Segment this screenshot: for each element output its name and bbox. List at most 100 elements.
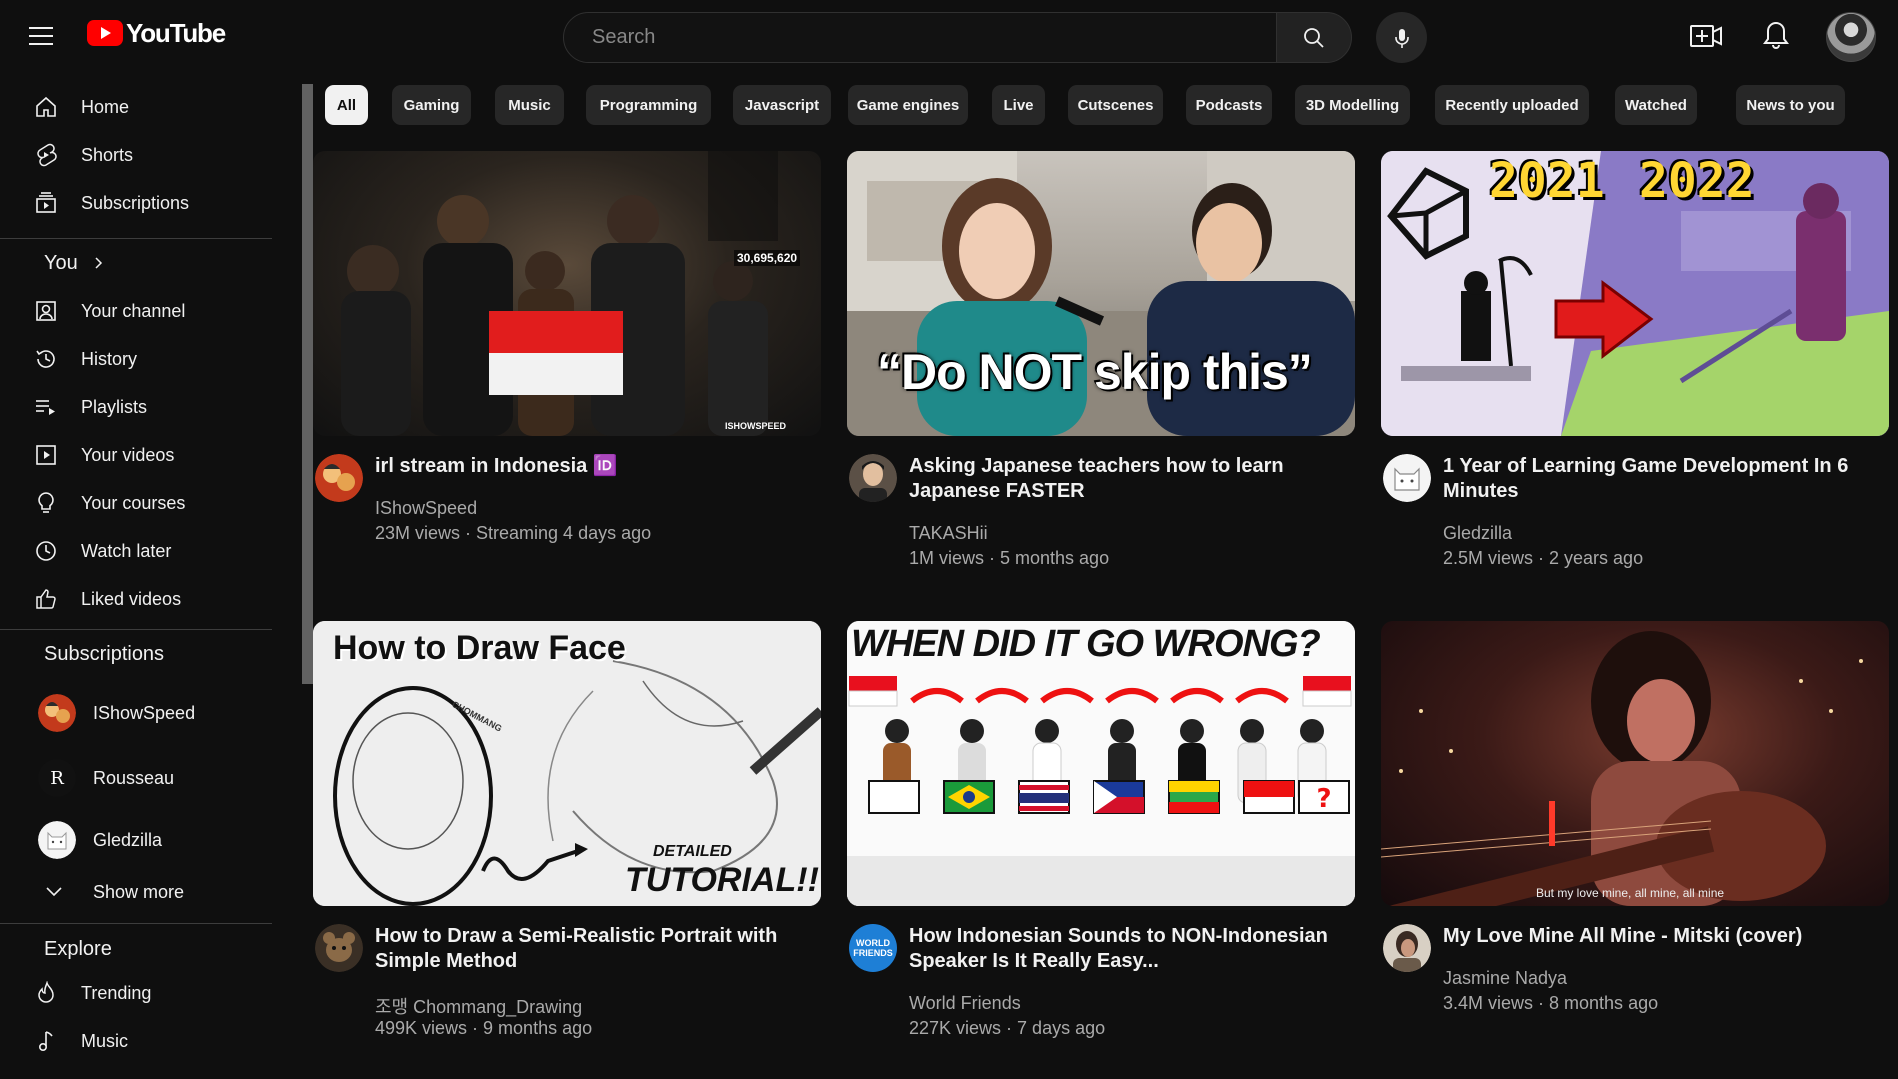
sidebar-item-trending[interactable]: Trending — [0, 969, 272, 1017]
sidebar-sub-ishowspeed[interactable]: IShowSpeed — [0, 683, 272, 743]
chip-podcasts[interactable]: Podcasts — [1186, 85, 1272, 125]
sidebar-item-your-videos[interactable]: Your videos — [0, 431, 272, 479]
chip-recently-uploaded[interactable]: Recently uploaded — [1435, 85, 1589, 125]
video-thumbnail[interactable]: How to Draw Face CHOMMANG DETAILED TUTOR… — [313, 621, 821, 906]
notifications-button[interactable] — [1758, 17, 1794, 53]
channel-avatar[interactable] — [1383, 454, 1431, 502]
sidebar-item-your-courses[interactable]: Your courses — [0, 479, 272, 527]
chip-live[interactable]: Live — [992, 85, 1045, 125]
search-button[interactable] — [1276, 12, 1352, 63]
video-thumbnail[interactable]: 30,695,620 ISHOWSPEED — [313, 151, 821, 436]
sidebar-scrollbar[interactable] — [302, 84, 313, 684]
sidebar-item-label: Shorts — [81, 144, 134, 165]
masthead: YouTube — [0, 0, 1898, 69]
video-card[interactable]: 2021 2022 1 Year of Learning Game Develo… — [1381, 151, 1889, 581]
subscriptions-header: Subscriptions — [44, 643, 165, 665]
thumbnail-year-2021: 2021 — [1489, 153, 1605, 209]
video-card[interactable]: 30,695,620 ISHOWSPEED irl stream in Indo… — [313, 151, 821, 581]
sidebar-item-label: Trending — [81, 982, 152, 1003]
account-avatar[interactable] — [1826, 12, 1876, 62]
microphone-icon — [1394, 28, 1409, 48]
thumbs-up-icon — [36, 589, 56, 609]
sidebar-item-liked-videos[interactable]: Liked videos — [0, 575, 272, 623]
chip-news-to-you[interactable]: News to you — [1736, 85, 1845, 125]
video-metadata: 227K views · 7 days ago — [909, 1018, 1106, 1038]
sidebar-item-watch-later[interactable]: Watch later — [0, 527, 272, 575]
subscriptions-icon — [36, 192, 56, 213]
video-title[interactable]: How Indonesian Sounds to NON-Indonesian … — [909, 924, 1349, 974]
video-card[interactable]: But my love mine, all mine, all mine My … — [1381, 621, 1889, 1051]
chip-cutscenes[interactable]: Cutscenes — [1068, 85, 1163, 125]
chip-3d-modelling[interactable]: 3D Modelling — [1295, 85, 1410, 125]
bell-icon — [1763, 21, 1789, 49]
sidebar-you-header[interactable]: You — [44, 243, 108, 283]
video-title[interactable]: My Love Mine All Mine - Mitski (cover) — [1443, 924, 1883, 949]
world-friends-avatar-text: WORLD FRIENDS — [853, 938, 893, 958]
chip-all[interactable]: All — [325, 85, 368, 125]
video-thumbnail[interactable]: But my love mine, all mine, all mine — [1381, 621, 1889, 906]
chip-gaming[interactable]: Gaming — [392, 85, 471, 125]
chip-game-engines[interactable]: Game engines — [848, 85, 968, 125]
channel-avatar[interactable] — [1383, 924, 1431, 972]
sidebar-item-home[interactable]: Home — [0, 83, 272, 131]
sidebar-sub-gledzilla[interactable]: Gledzilla — [0, 810, 272, 870]
sidebar-item-playlists[interactable]: Playlists — [0, 383, 272, 431]
sidebar-sub-rousseau[interactable]: R Rousseau — [0, 748, 272, 808]
video-card[interactable]: How to Draw Face CHOMMANG DETAILED TUTOR… — [313, 621, 821, 1051]
channel-name[interactable]: IShowSpeed — [375, 498, 477, 519]
chip-music[interactable]: Music — [495, 85, 564, 125]
video-thumbnail[interactable]: 2021 2022 — [1381, 151, 1889, 436]
chip-watched[interactable]: Watched — [1615, 85, 1697, 125]
channel-avatar[interactable] — [849, 454, 897, 502]
channel-avatar: R — [38, 759, 76, 797]
sidebar-item-label: IShowSpeed — [93, 702, 196, 723]
sidebar-item-label: Home — [81, 96, 130, 117]
thumbnail-heading: How to Draw Face — [333, 629, 626, 667]
video-metadata: 3.4M views · 8 months ago — [1443, 993, 1659, 1013]
stream-crowd-image — [341, 151, 778, 436]
channel-avatar — [38, 821, 76, 859]
video-title[interactable]: irl stream in Indonesia 🆔 — [375, 454, 815, 479]
sidebar-item-your-channel[interactable]: Your channel — [0, 287, 272, 335]
search-input[interactable] — [590, 25, 1276, 50]
sidebar-item-music[interactable]: Music — [0, 1017, 272, 1065]
chip-javascript[interactable]: Javascript — [733, 85, 831, 125]
video-card[interactable]: “Do NOT skip this” Asking Japanese teach… — [847, 151, 1355, 581]
video-card[interactable]: ? WHEN DID IT GO WRONG? WORLD FRIENDS Ho… — [847, 621, 1355, 1051]
video-metadata: 23M views · Streaming 4 days ago — [375, 523, 652, 543]
chip-programming[interactable]: Programming — [586, 85, 711, 125]
channel-avatar[interactable] — [315, 454, 363, 502]
trending-icon — [38, 981, 54, 1003]
sidebar-item-history[interactable]: History — [0, 335, 272, 383]
sidebar-show-more[interactable]: Show more — [0, 866, 272, 918]
video-metadata: 1M views · 5 months ago — [909, 548, 1110, 568]
sidebar-item-label: Gledzilla — [93, 829, 163, 850]
video-title[interactable]: How to Draw a Semi-Realistic Portrait wi… — [375, 924, 815, 974]
sidebar-item-label: Rousseau — [93, 767, 175, 788]
sidebar-item-label: Liked videos — [81, 588, 182, 609]
sidebar: Home Shorts Subscriptions You Your chann… — [0, 69, 290, 1079]
channel-name[interactable]: Jasmine Nadya — [1443, 968, 1567, 989]
sidebar-item-label: Music — [81, 1030, 129, 1051]
sidebar-item-subscriptions[interactable]: Subscriptions — [0, 179, 272, 227]
video-title[interactable]: 1 Year of Learning Game Development In 6… — [1443, 454, 1883, 504]
video-thumbnail[interactable]: ? WHEN DID IT GO WRONG? — [847, 621, 1355, 906]
your-videos-icon — [36, 445, 56, 465]
video-title[interactable]: Asking Japanese teachers how to learn Ja… — [909, 454, 1349, 504]
channel-avatar[interactable] — [315, 924, 363, 972]
youtube-logo[interactable]: YouTube — [87, 18, 226, 48]
guide-menu-button[interactable] — [27, 22, 57, 50]
voice-search-button[interactable] — [1376, 12, 1427, 63]
channel-name[interactable]: World Friends — [909, 993, 1021, 1014]
channel-name[interactable]: TAKASHii — [909, 523, 988, 544]
sidebar-divider — [0, 629, 272, 630]
channel-name[interactable]: Gledzilla — [1443, 523, 1512, 544]
create-video-button[interactable] — [1688, 18, 1724, 54]
channel-name[interactable]: 조맹 Chommang_Drawing — [375, 993, 582, 1019]
game-dev-comparison-image — [1381, 151, 1889, 436]
show-more-label: Show more — [93, 881, 185, 902]
video-thumbnail[interactable]: “Do NOT skip this” — [847, 151, 1355, 436]
thumbnail-subtitle-tutorial: TUTORIAL!! — [625, 861, 819, 899]
channel-avatar[interactable]: WORLD FRIENDS — [849, 924, 897, 972]
sidebar-item-shorts[interactable]: Shorts — [0, 131, 272, 179]
